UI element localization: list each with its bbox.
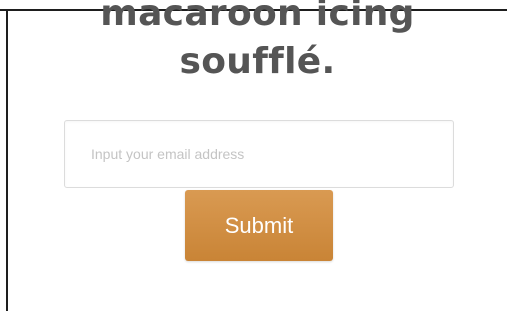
- hero-heading-line2: soufflé.: [179, 41, 336, 83]
- submit-button[interactable]: Submit: [185, 190, 333, 261]
- hero-heading: macaroon icing soufflé.: [8, 0, 507, 86]
- email-field[interactable]: [64, 120, 454, 188]
- hero-heading-line1: macaroon icing: [100, 0, 415, 35]
- page: macaroon icing soufflé. Submit: [0, 0, 507, 311]
